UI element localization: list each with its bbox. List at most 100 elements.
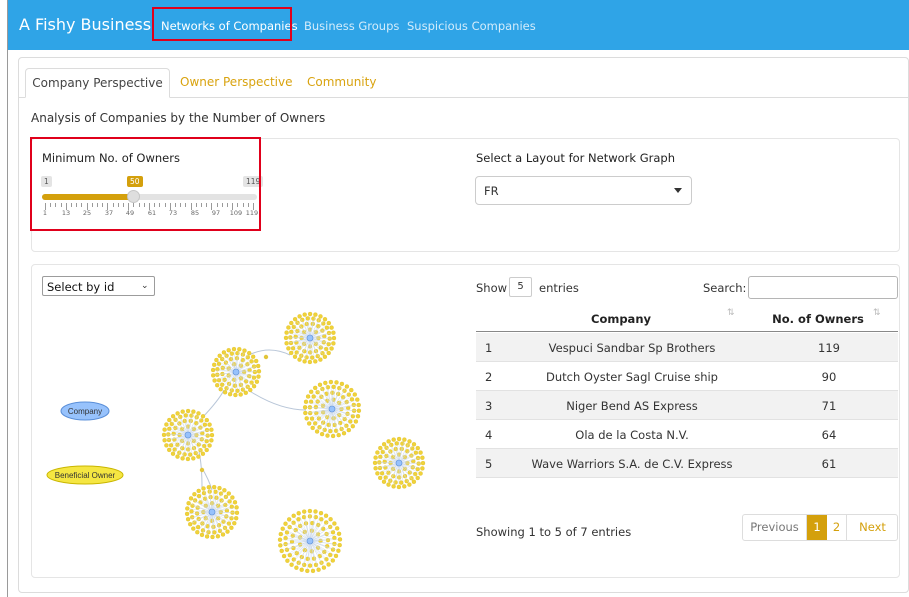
table-row[interactable]: 5 Wave Warriors S.A. de C.V. Express 61: [476, 449, 898, 478]
owner-node[interactable]: [162, 438, 167, 443]
owner-node[interactable]: [316, 567, 321, 572]
owner-node[interactable]: [222, 390, 228, 395]
company-node[interactable]: [306, 334, 314, 342]
owner-node[interactable]: [225, 529, 230, 534]
owner-node[interactable]: [329, 325, 334, 330]
owner-node[interactable]: [313, 509, 318, 514]
owner-node[interactable]: [284, 330, 289, 335]
owner-node[interactable]: [281, 553, 287, 559]
owner-node[interactable]: [284, 530, 290, 535]
owner-node[interactable]: [305, 316, 310, 321]
owner-node[interactable]: [232, 383, 238, 388]
owner-node[interactable]: [286, 346, 291, 351]
owner-node[interactable]: [313, 312, 318, 317]
owner-node[interactable]: [339, 426, 344, 432]
owner-node[interactable]: [191, 409, 196, 414]
owner-node[interactable]: [299, 567, 304, 572]
owner-node[interactable]: [346, 427, 351, 433]
owner-node[interactable]: [313, 404, 319, 410]
owner-node[interactable]: [389, 442, 394, 448]
owner-node[interactable]: [307, 508, 313, 514]
owner-node[interactable]: [399, 480, 404, 485]
owner-node[interactable]: [407, 470, 412, 475]
owner-node[interactable]: [188, 452, 193, 457]
owner-node[interactable]: [289, 320, 294, 326]
owner-node[interactable]: [297, 314, 302, 319]
owner-node[interactable]: [167, 447, 172, 453]
owner-node[interactable]: [200, 414, 206, 419]
sort-icon[interactable]: ⇅: [873, 308, 881, 318]
owner-node[interactable]: [233, 392, 238, 398]
owner-node[interactable]: [305, 394, 311, 399]
owner-node[interactable]: [326, 330, 332, 336]
owner-node[interactable]: [350, 424, 355, 429]
owner-node[interactable]: [331, 335, 337, 341]
owner-node[interactable]: [339, 381, 345, 387]
owner-node[interactable]: [202, 443, 207, 449]
owner-node[interactable]: [199, 532, 205, 538]
owner-node[interactable]: [300, 317, 305, 323]
owner-node[interactable]: [341, 395, 346, 400]
owner-node[interactable]: [349, 397, 355, 402]
layout-dropdown[interactable]: FR: [475, 176, 692, 205]
owner-node[interactable]: [331, 341, 336, 346]
owner-node[interactable]: [184, 511, 190, 517]
owner-node[interactable]: [204, 534, 210, 539]
owner-node[interactable]: [288, 340, 294, 346]
owner-node[interactable]: [251, 375, 257, 380]
owner-node[interactable]: [196, 442, 201, 447]
owner-node[interactable]: [356, 402, 361, 408]
next-page-button[interactable]: Next: [847, 515, 898, 540]
owner-node[interactable]: [307, 405, 313, 410]
owner-node[interactable]: [326, 350, 331, 356]
table-row[interactable]: 4 Ola de la Costa N.V. 64: [476, 420, 898, 449]
owner-node[interactable]: [237, 347, 242, 352]
owner-node[interactable]: [420, 460, 426, 466]
owner-node[interactable]: [283, 521, 288, 526]
owner-node[interactable]: [314, 429, 320, 434]
owner-node[interactable]: [330, 558, 335, 563]
owner-node[interactable]: [323, 513, 329, 518]
owner-node[interactable]: [170, 414, 176, 419]
owner-node[interactable]: [230, 495, 235, 500]
owner-node[interactable]: [288, 335, 293, 340]
nav-suspicious-companies[interactable]: Suspicious Companies: [407, 19, 536, 33]
owner-node[interactable]: [207, 422, 212, 427]
owner-node[interactable]: [402, 437, 407, 442]
owner-node[interactable]: [386, 439, 391, 444]
owner-node[interactable]: [204, 417, 209, 423]
owner-node[interactable]: [185, 506, 190, 511]
owner-node[interactable]: [413, 471, 418, 477]
owner-node[interactable]: [195, 530, 200, 535]
owner-node[interactable]: [318, 314, 323, 319]
owner-node[interactable]: [352, 392, 357, 397]
owner-node[interactable]: [336, 531, 342, 536]
owner-node[interactable]: [217, 353, 222, 358]
owner-node[interactable]: [291, 557, 296, 562]
company-node[interactable]: [184, 431, 192, 439]
owner-node[interactable]: [326, 320, 331, 326]
owner-node[interactable]: [323, 380, 328, 386]
owner-node[interactable]: [161, 432, 167, 438]
owner-node[interactable]: [317, 382, 323, 387]
owner-node[interactable]: [205, 433, 210, 438]
owner-node[interactable]: [420, 466, 425, 471]
owner-node[interactable]: [394, 441, 399, 446]
owner-node[interactable]: [355, 397, 360, 402]
owner-node[interactable]: [277, 537, 283, 542]
owner-node[interactable]: [309, 389, 314, 394]
graph-cluster[interactable]: [283, 311, 337, 365]
owner-node[interactable]: [331, 384, 336, 390]
owner-node[interactable]: [291, 324, 296, 330]
owner-node[interactable]: [251, 354, 256, 359]
owner-node[interactable]: [196, 454, 201, 459]
graph-node[interactable]: [263, 354, 269, 360]
owner-node[interactable]: [332, 541, 337, 547]
owner-node[interactable]: [254, 379, 260, 384]
owner-node[interactable]: [324, 346, 329, 352]
owner-node[interactable]: [207, 443, 212, 448]
owner-node[interactable]: [188, 496, 194, 501]
graph-cluster[interactable]: [302, 379, 362, 439]
owner-node[interactable]: [278, 543, 283, 548]
owner-node[interactable]: [321, 565, 327, 570]
